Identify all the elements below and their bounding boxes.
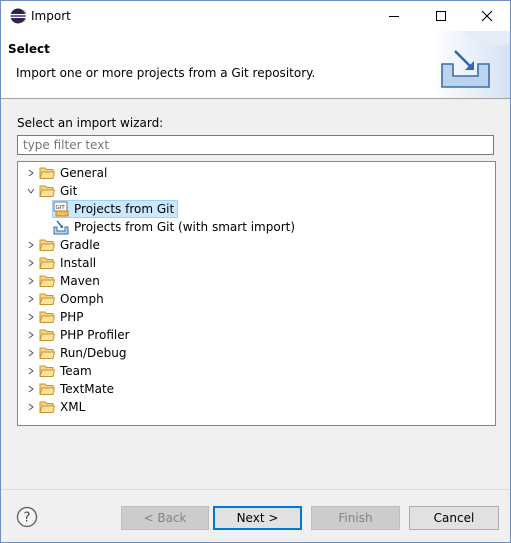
tree-item-label: Projects from Git: [74, 202, 175, 216]
svg-text:GIT: GIT: [56, 205, 66, 211]
import-banner-icon: [431, 31, 510, 98]
folder-icon: [39, 239, 55, 251]
footer-divider: [1, 489, 510, 490]
chevron-right-icon[interactable]: [23, 380, 39, 398]
tree-item-label: XML: [60, 400, 86, 414]
tree-item-label: Projects from Git (with smart import): [74, 220, 296, 234]
chevron-right-icon[interactable]: [23, 290, 39, 308]
close-icon: [481, 10, 493, 22]
chevron-right-icon[interactable]: [23, 272, 39, 290]
tree-item-label: Git: [60, 184, 78, 198]
eclipse-icon: [10, 8, 26, 24]
chevron-right-icon[interactable]: [23, 236, 39, 254]
folder-icon: [39, 275, 55, 287]
svg-text:?: ?: [24, 511, 31, 526]
chevron-right-icon[interactable]: [23, 326, 39, 344]
tree-item-label: Team: [60, 364, 92, 378]
tree-item-projects-from-git[interactable]: GIT Projects from Git: [52, 200, 179, 218]
minimize-button[interactable]: [371, 1, 417, 31]
chevron-right-icon[interactable]: [23, 362, 39, 380]
finish-button[interactable]: Finish: [311, 506, 400, 530]
tree-item-label: Gradle: [60, 238, 100, 252]
wizard-list-label: Select an import wizard:: [17, 116, 164, 130]
folder-icon: [39, 257, 55, 269]
folder-open-icon: [39, 185, 55, 197]
wizard-tree[interactable]: General Git GIT Projects from Git Projec…: [17, 161, 496, 426]
window-title: Import: [31, 9, 71, 23]
maximize-button[interactable]: [418, 1, 464, 31]
tree-item-oomph[interactable]: Oomph: [23, 290, 104, 308]
page-description: Import one or more projects from a Git r…: [16, 66, 316, 80]
tree-item-run-debug[interactable]: Run/Debug: [23, 344, 127, 362]
page-title: Select: [8, 42, 50, 56]
chevron-right-icon[interactable]: [23, 398, 39, 416]
git-projects-icon: GIT: [53, 201, 69, 217]
close-button[interactable]: [464, 1, 510, 31]
import-dialog: Import Select Import one or more project…: [0, 0, 511, 543]
folder-icon: [39, 329, 55, 341]
help-icon[interactable]: ?: [16, 506, 38, 528]
tree-item-xml[interactable]: XML: [23, 398, 85, 416]
tree-item-label: PHP Profiler: [60, 328, 130, 342]
tree-item-label: Maven: [60, 274, 100, 288]
tree-item-maven[interactable]: Maven: [23, 272, 100, 290]
tree-item-label: Oomph: [60, 292, 104, 306]
minimize-icon: [389, 16, 399, 17]
tree-item-label: Install: [60, 256, 97, 270]
maximize-icon: [436, 11, 446, 21]
chevron-right-icon[interactable]: [23, 164, 39, 182]
tree-item-textmate[interactable]: TextMate: [23, 380, 114, 398]
folder-icon: [39, 293, 55, 305]
tree-item-gradle[interactable]: Gradle: [23, 236, 100, 254]
next-button[interactable]: Next >: [213, 506, 302, 530]
tree-item-label: Run/Debug: [60, 346, 127, 360]
folder-icon: [39, 401, 55, 413]
chevron-right-icon[interactable]: [23, 254, 39, 272]
title-bar: Import: [1, 1, 510, 31]
filter-input[interactable]: [17, 135, 494, 155]
chevron-down-icon[interactable]: [23, 182, 39, 200]
tree-item-general[interactable]: General: [23, 164, 107, 182]
chevron-right-icon[interactable]: [23, 308, 39, 326]
tree-item-label: General: [60, 166, 108, 180]
back-button[interactable]: < Back: [121, 506, 209, 530]
tree-item-team[interactable]: Team: [23, 362, 92, 380]
folder-icon: [39, 347, 55, 359]
folder-icon: [39, 311, 55, 323]
tree-item-label: PHP: [60, 310, 84, 324]
cancel-button[interactable]: Cancel: [409, 506, 499, 530]
tree-item-install[interactable]: Install: [23, 254, 96, 272]
tree-item-php-profiler[interactable]: PHP Profiler: [23, 326, 130, 344]
tree-item-projects-from-git-smart[interactable]: Projects from Git (with smart import): [53, 218, 295, 236]
folder-icon: [39, 365, 55, 377]
chevron-right-icon[interactable]: [23, 344, 39, 362]
folder-icon: [39, 383, 55, 395]
tree-item-git[interactable]: Git: [23, 182, 77, 200]
tree-item-php[interactable]: PHP: [23, 308, 84, 326]
folder-icon: [39, 167, 55, 179]
smart-import-icon: [53, 220, 69, 235]
wizard-header: Select Import one or more projects from …: [1, 31, 510, 99]
tree-item-label: TextMate: [60, 382, 115, 396]
